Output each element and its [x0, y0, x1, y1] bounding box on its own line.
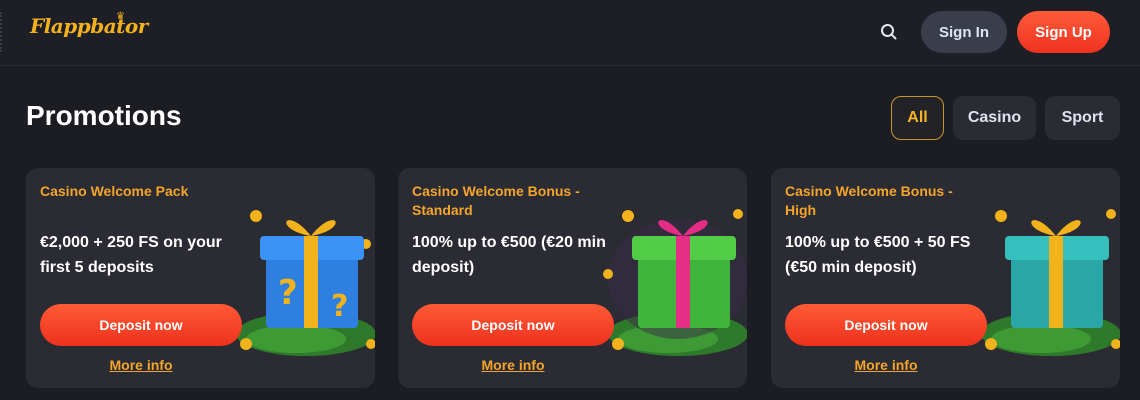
deposit-now-button[interactable]: Deposit now — [412, 304, 614, 346]
deposit-now-button[interactable]: Deposit now — [785, 304, 987, 346]
promo-title: Casino Welcome Pack — [40, 183, 189, 199]
promo-card: Casino Welcome Bonus - High 100% up to €… — [771, 168, 1120, 388]
promo-description: 100% up to €500 + 50 FS (€50 min deposit… — [785, 234, 971, 276]
logo-crown-icon: ♛ — [116, 11, 125, 22]
filter-all[interactable]: All — [891, 96, 944, 140]
more-info-link[interactable]: More info — [785, 357, 987, 373]
deposit-now-button[interactable]: Deposit now — [40, 304, 242, 346]
more-info-link[interactable]: More info — [40, 357, 242, 373]
site-logo[interactable]: Flappbator — [30, 14, 148, 38]
sign-up-button[interactable]: Sign Up — [1017, 11, 1110, 53]
filter-sport[interactable]: Sport — [1045, 96, 1120, 140]
promo-card: Casino Welcome Pack €2,000 + 250 FS on y… — [26, 168, 375, 388]
promo-title: Casino Welcome Bonus - Standard — [412, 183, 580, 218]
promo-description: €2,000 + 250 FS on your first 5 deposits — [40, 234, 222, 276]
svg-text:?: ? — [278, 273, 298, 313]
search-icon[interactable] — [879, 22, 899, 42]
promo-title: Casino Welcome Bonus - High — [785, 183, 953, 218]
svg-text:?: ? — [331, 289, 348, 324]
sign-in-button[interactable]: Sign In — [921, 11, 1007, 53]
gift-box-icon: ? ? — [236, 210, 375, 356]
gift-box-icon — [981, 209, 1120, 356]
filter-casino[interactable]: Casino — [953, 96, 1036, 140]
more-info-link[interactable]: More info — [412, 357, 614, 373]
promo-description: 100% up to €500 (€20 min deposit) — [412, 234, 606, 276]
promo-card: Casino Welcome Bonus - Standard 100% up … — [398, 168, 747, 388]
header-divider — [0, 12, 4, 52]
gift-box-icon — [603, 209, 747, 356]
page-title: Promotions — [26, 100, 182, 131]
top-header: Flappbator ♛ Sign In Sign Up — [0, 0, 1140, 66]
